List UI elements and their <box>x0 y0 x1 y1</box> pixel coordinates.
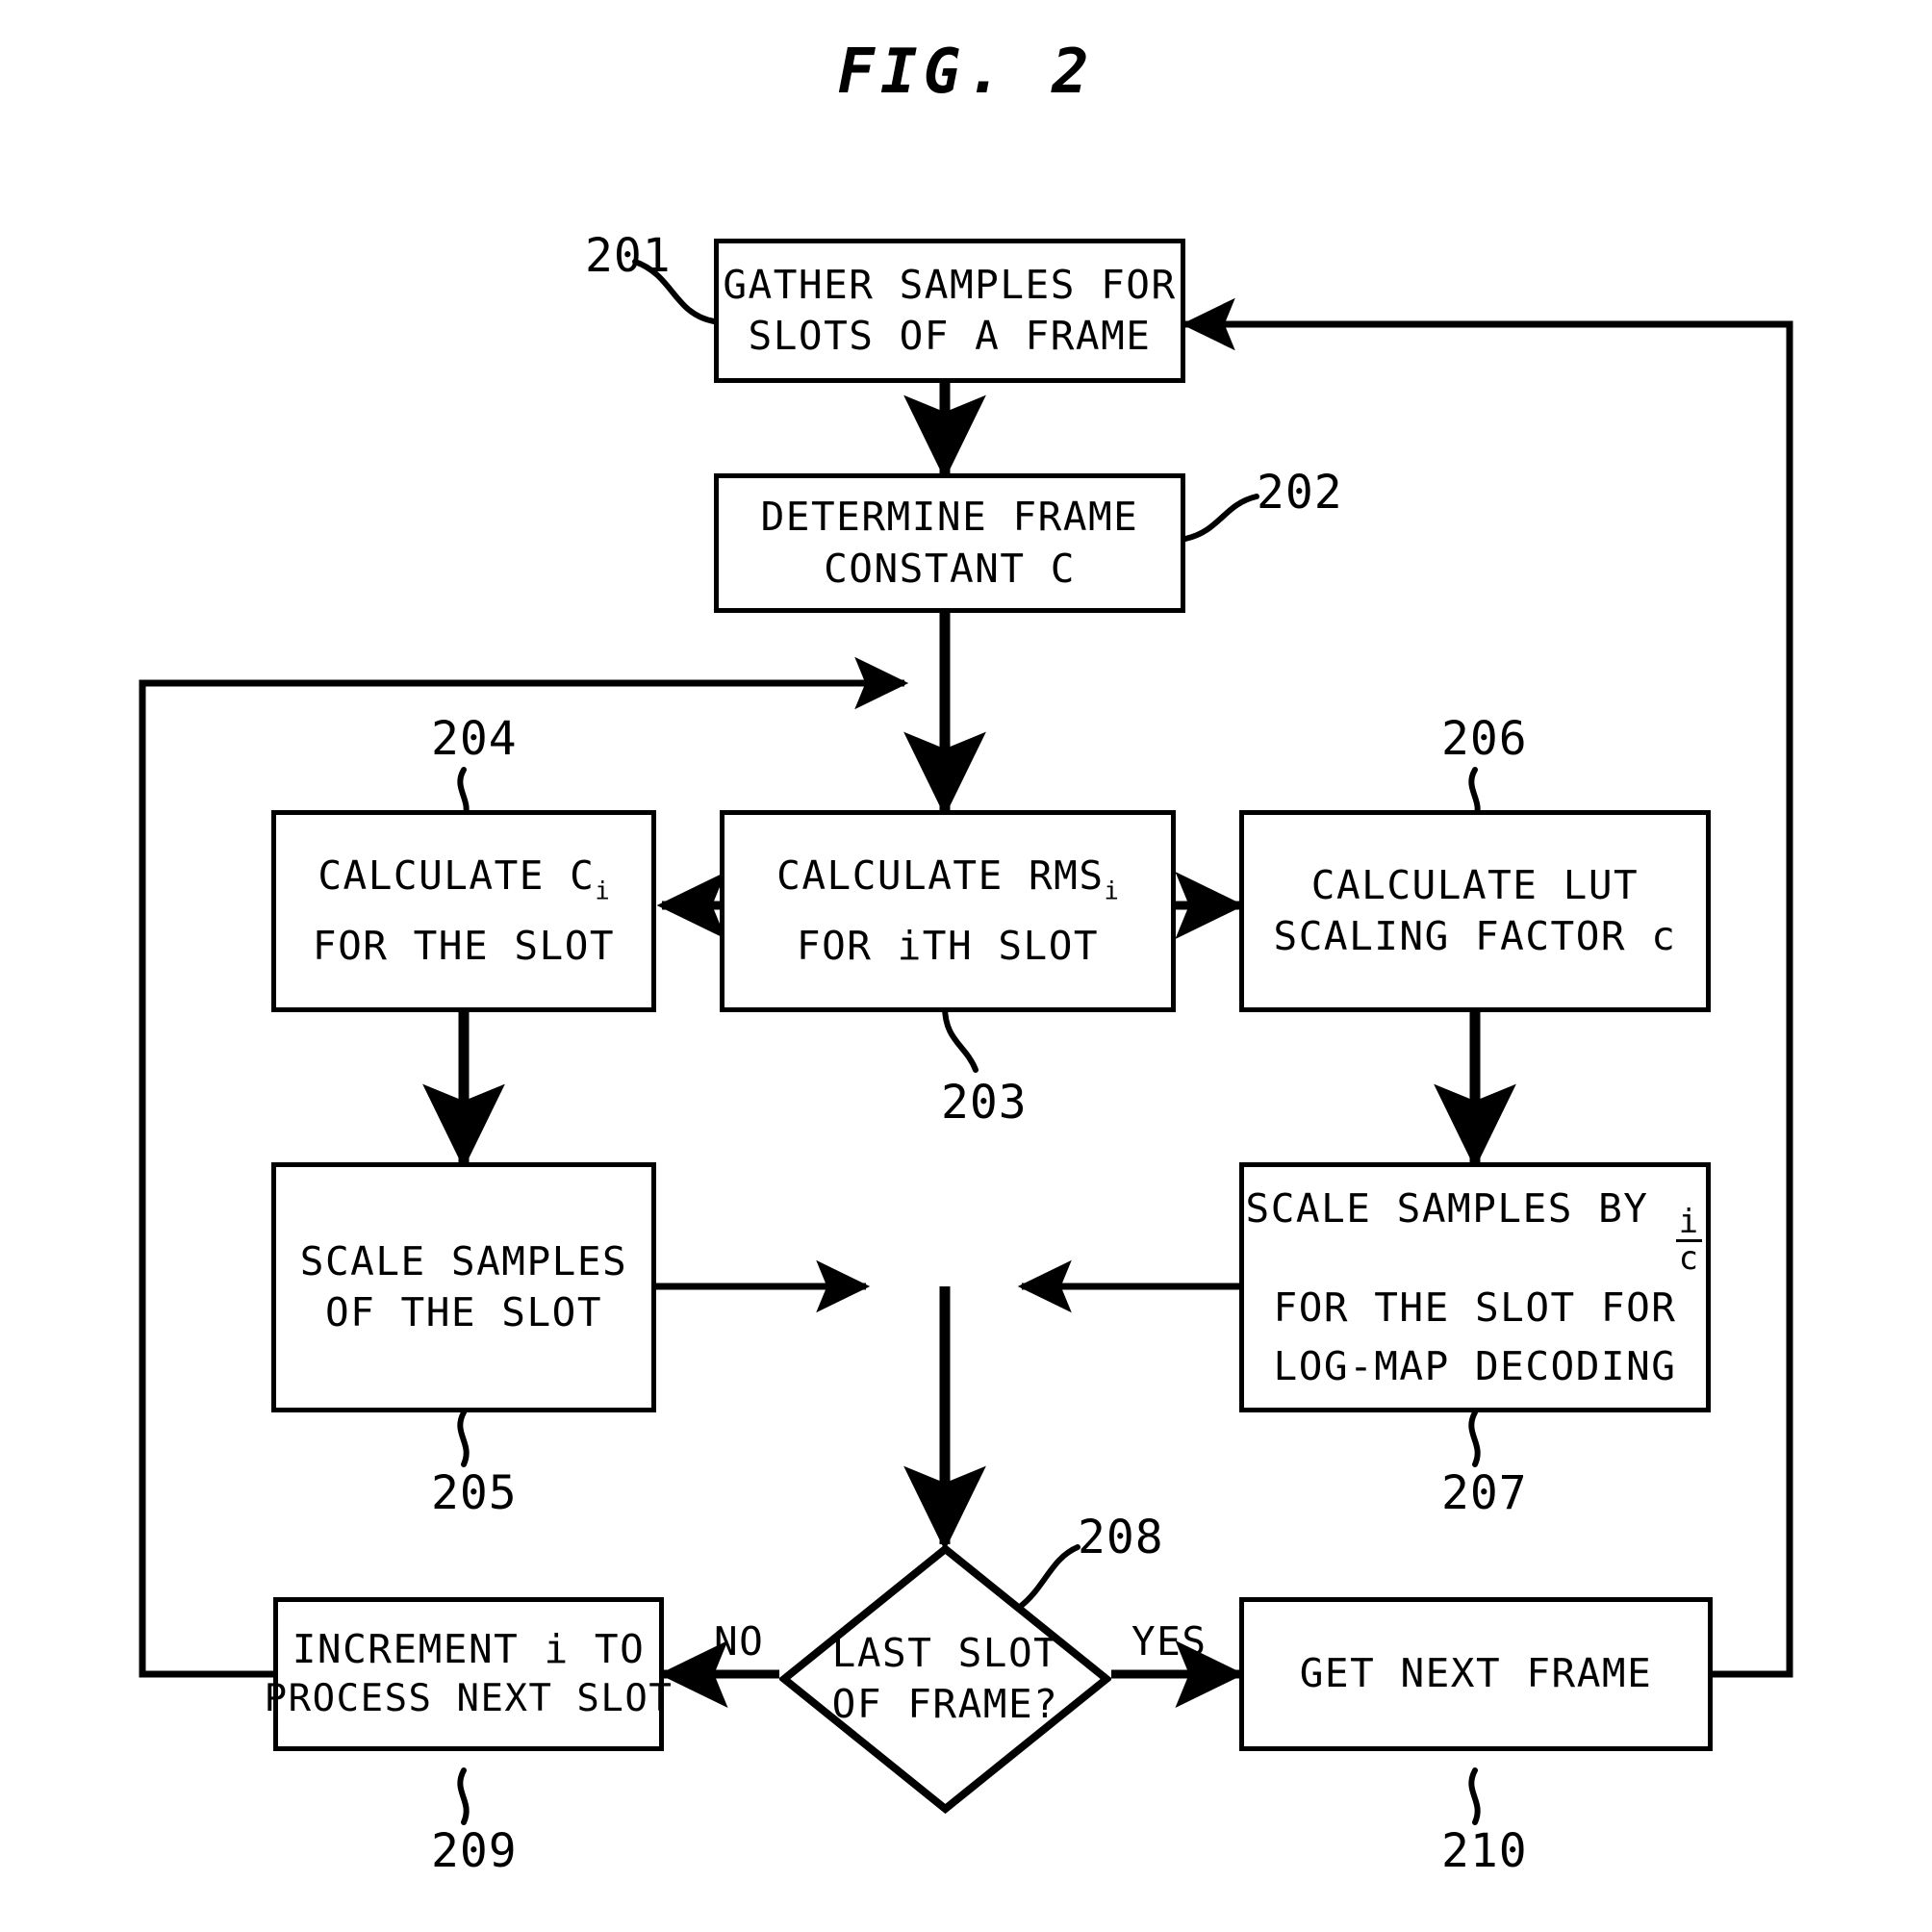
box-201-line-1: GATHER SAMPLES FOR <box>723 261 1177 308</box>
process-box-209[interactable]: INCREMENT i TO PROCESS NEXT SLOT <box>265 1597 672 1751</box>
box-203-line-1: CALCULATE RMSi <box>776 852 1119 905</box>
fraction-numerator: i <box>1678 1202 1700 1240</box>
ref-label-203: 203 <box>941 1076 1028 1130</box>
box-203-line-2: FOR iTH SLOT <box>796 923 1100 970</box>
leader-202 <box>1182 494 1259 542</box>
branch-label-yes: YES <box>1131 1618 1208 1665</box>
process-box-207[interactable]: SCALE SAMPLES BY ic FOR THE SLOT FOR LOG… <box>1239 1162 1711 1412</box>
box-207-line-1: SCALE SAMPLES BY ic <box>1246 1185 1705 1274</box>
ref-label-206: 206 <box>1441 712 1528 766</box>
box-202-line-2: CONSTANT C <box>824 545 1076 592</box>
process-box-206[interactable]: CALCULATE LUT SCALING FACTOR c <box>1239 810 1711 1012</box>
fraction-i-over-c: ic <box>1675 1202 1703 1277</box>
process-box-205[interactable]: SCALE SAMPLES OF THE SLOT <box>271 1162 656 1412</box>
process-box-210[interactable]: GET NEXT FRAME <box>1239 1597 1713 1751</box>
figure-title: FIG. 2 <box>837 37 1095 108</box>
box-207-line-3: LOG-MAP DECODING <box>1273 1342 1677 1389</box>
box-209-line-1: INCREMENT i TO <box>292 1626 646 1672</box>
ref-label-207: 207 <box>1441 1466 1528 1520</box>
decision-diamond-208[interactable]: LAST SLOT OF FRAME? <box>779 1544 1111 1814</box>
box-205-line-1: SCALE SAMPLES <box>299 1237 628 1284</box>
ref-label-201: 201 <box>585 229 672 283</box>
ref-label-209: 209 <box>431 1824 518 1878</box>
leader-210 <box>1468 1767 1481 1825</box>
box-209-line-2: PROCESS NEXT SLOT <box>264 1677 674 1721</box>
figure-canvas: FIG. 2 GATHER SAMPLES FOR SLOTS OF A FRA… <box>0 0 1932 1932</box>
box-207-line-1-text: SCALE SAMPLES BY <box>1245 1184 1674 1232</box>
box-203-line-1-text: CALCULATE RMS <box>776 852 1105 900</box>
box-207-line-2: FOR THE SLOT FOR <box>1273 1284 1677 1332</box>
leader-209 <box>457 1767 470 1825</box>
process-box-202[interactable]: DETERMINE FRAME CONSTANT C <box>714 473 1185 613</box>
diamond-208-text: LAST SLOT OF FRAME? <box>779 1544 1111 1814</box>
diamond-208-line-2: OF FRAME? <box>831 1681 1059 1727</box>
box-206-line-2: SCALING FACTOR c <box>1273 913 1677 959</box>
leader-205 <box>457 1410 470 1467</box>
ref-label-204: 204 <box>431 712 518 766</box>
box-204-line-1-text: CALCULATE C <box>318 852 596 900</box>
ref-label-205: 205 <box>431 1466 518 1520</box>
leader-207 <box>1468 1410 1481 1467</box>
box-204-subscript: i <box>595 877 610 906</box>
process-box-203[interactable]: CALCULATE RMSi FOR iTH SLOT <box>720 810 1176 1012</box>
fraction-denominator: c <box>1678 1238 1700 1277</box>
process-box-204[interactable]: CALCULATE Ci FOR THE SLOT <box>271 810 656 1012</box>
process-box-201[interactable]: GATHER SAMPLES FOR SLOTS OF A FRAME <box>714 239 1185 383</box>
box-203-subscript: i <box>1104 877 1119 906</box>
box-204-line-2: FOR THE SLOT <box>312 923 616 970</box>
ref-label-202: 202 <box>1257 466 1343 520</box>
box-206-line-1: CALCULATE LUT <box>1310 861 1640 908</box>
box-210-line-1: GET NEXT FRAME <box>1299 1650 1653 1697</box>
box-201-line-2: SLOTS OF A FRAME <box>748 313 1152 359</box>
box-202-line-1: DETERMINE FRAME <box>760 494 1139 541</box>
box-204-line-1: CALCULATE Ci <box>318 852 609 905</box>
ref-label-210: 210 <box>1441 1824 1528 1878</box>
diamond-208-line-1: LAST SLOT <box>831 1629 1059 1676</box>
leader-203 <box>942 1004 979 1073</box>
ref-label-208: 208 <box>1078 1511 1164 1564</box>
box-205-line-2: OF THE SLOT <box>324 1289 603 1335</box>
branch-label-no: NO <box>714 1618 765 1665</box>
